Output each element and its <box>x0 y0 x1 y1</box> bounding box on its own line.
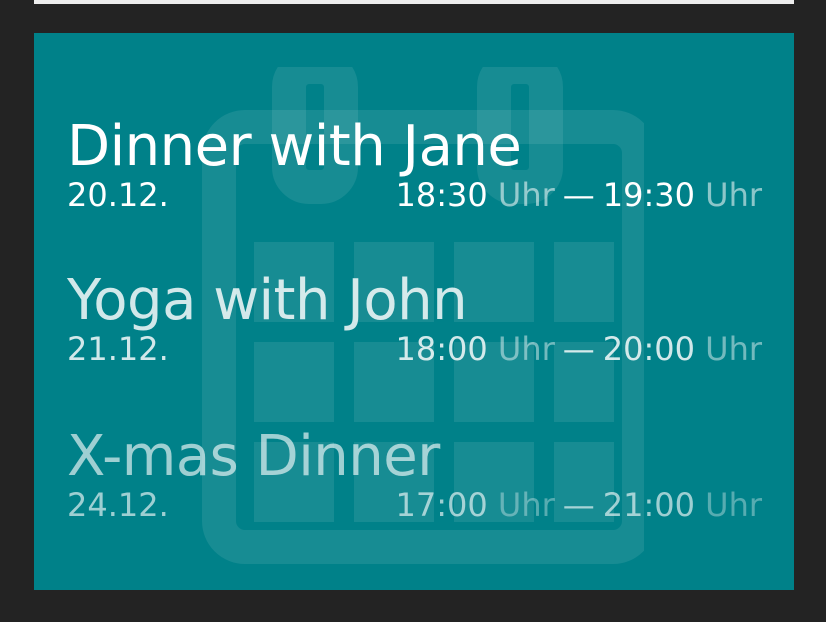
event-date: 24.12. <box>67 486 169 524</box>
event-end-time: 19:30 <box>602 176 695 214</box>
time-unit: Uhr <box>705 176 762 214</box>
top-divider <box>34 0 794 4</box>
time-separator: — <box>562 176 595 214</box>
time-unit: Uhr <box>705 486 762 524</box>
event-title: Yoga with John <box>67 268 468 333</box>
event-meta: 21.12. 18:00 Uhr —20:00 Uhr <box>67 331 762 367</box>
event-title: X-mas Dinner <box>67 424 440 489</box>
event-item[interactable]: Yoga with John 21.12. 18:00 Uhr —20:00 Uh… <box>67 268 762 368</box>
event-start-time: 18:00 <box>395 330 488 368</box>
event-meta: 24.12. 17:00 Uhr —21:00 Uhr <box>67 487 762 523</box>
event-date: 21.12. <box>67 330 169 368</box>
event-item[interactable]: Dinner with Jane 20.12. 18:30 Uhr —19:30 … <box>67 114 762 214</box>
event-start-time: 17:00 <box>395 486 488 524</box>
time-unit: Uhr <box>497 486 555 524</box>
time-separator: — <box>562 330 595 368</box>
event-times: 17:00 Uhr —21:00 Uhr <box>396 487 763 523</box>
time-unit: Uhr <box>705 330 762 368</box>
event-item[interactable]: X-mas Dinner 24.12. 17:00 Uhr —21:00 Uhr <box>67 424 762 524</box>
event-times: 18:00 Uhr —20:00 Uhr <box>396 331 763 367</box>
event-start-time: 18:30 <box>395 176 488 214</box>
time-separator: — <box>562 486 595 524</box>
calendar-widget: Dinner with Jane 20.12. 18:30 Uhr —19:30 … <box>34 33 794 590</box>
event-times: 18:30 Uhr —19:30 Uhr <box>396 177 763 213</box>
time-unit: Uhr <box>497 176 555 214</box>
event-end-time: 21:00 <box>602 486 695 524</box>
event-end-time: 20:00 <box>602 330 695 368</box>
event-date: 20.12. <box>67 176 169 214</box>
event-meta: 20.12. 18:30 Uhr —19:30 Uhr <box>67 177 762 213</box>
event-title: Dinner with Jane <box>67 114 522 179</box>
time-unit: Uhr <box>497 330 555 368</box>
